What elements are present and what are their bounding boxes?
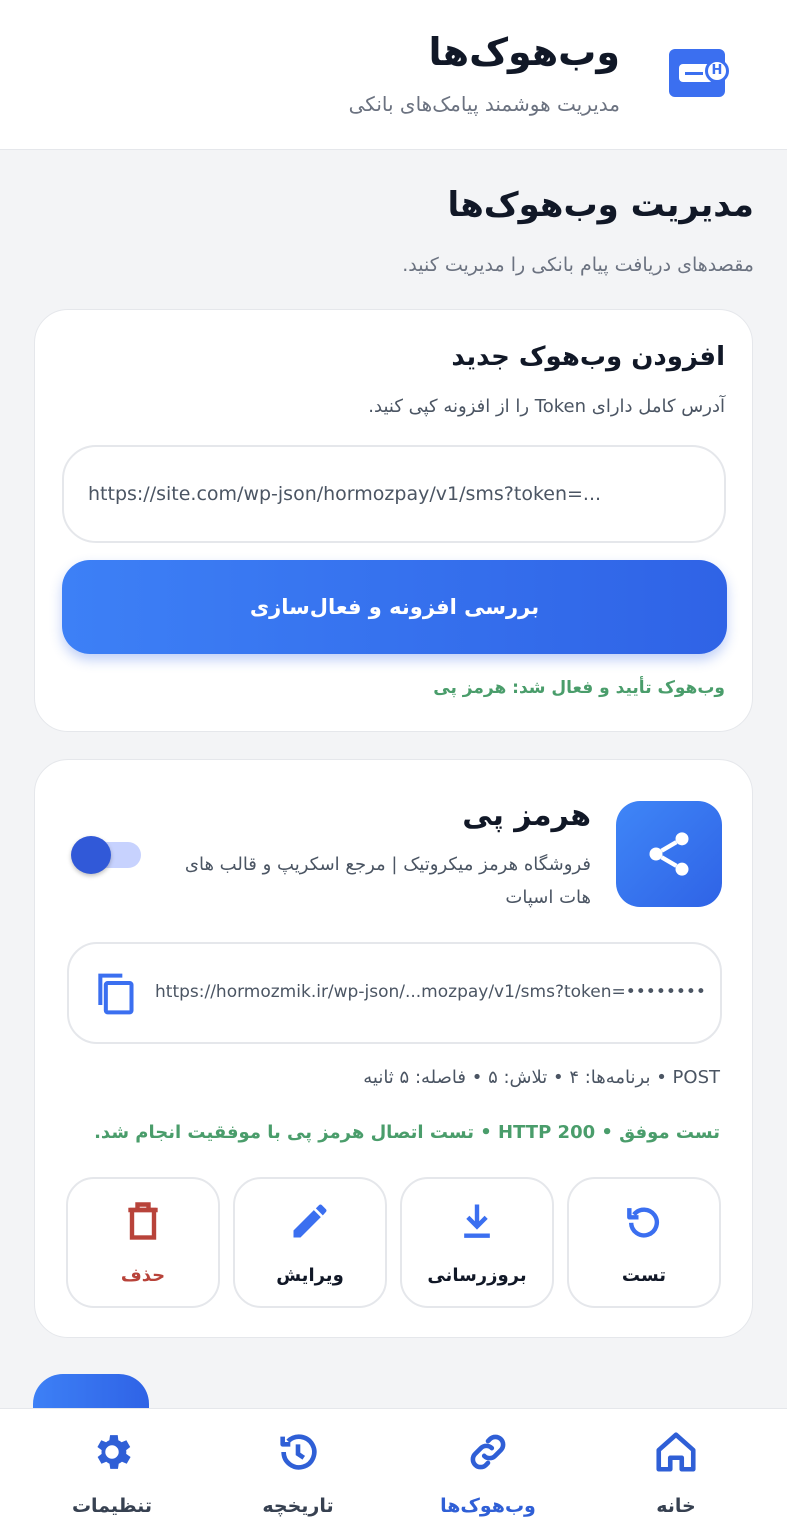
webhook-url-box: https://hormozmik.ir/wp-json/...mozpay/v…: [67, 942, 722, 1044]
webhook-name: هرمز پی: [462, 798, 591, 833]
webhook-enabled-toggle[interactable]: [71, 836, 141, 874]
webhook-card: هرمز پی فروشگاه هرمز میکروتیک | مرجع اسک…: [34, 759, 753, 1338]
nav-settings[interactable]: تنظیمات: [14, 1409, 210, 1536]
app-logo: H: [669, 49, 729, 97]
refresh-icon: [627, 1207, 660, 1238]
app-subtitle: مدیریت هوشمند پیامک‌های بانکی: [348, 92, 620, 116]
share-icon: [616, 801, 722, 907]
update-button[interactable]: بروزرسانی: [400, 1177, 554, 1308]
app-title: وب‌هوک‌ها: [428, 30, 620, 74]
webhook-meta: POST • برنامه‌ها: ۴ • تلاش: ۵ • فاصله: ۵…: [363, 1067, 720, 1088]
download-icon: [464, 1204, 490, 1238]
webhook-description: فروشگاه هرمز میکروتیک | مرجع اسکریپ و قا…: [184, 854, 591, 908]
edit-button[interactable]: ویرایش: [233, 1177, 387, 1308]
test-button[interactable]: تست: [567, 1177, 721, 1308]
webhook-url: https://hormozmik.ir/wp-json/...mozpay/v…: [155, 982, 706, 1002]
copy-icon[interactable]: [93, 970, 137, 1018]
add-webhook-card: افزودن وب‌هوک جدید آدرس کامل دارای Token…: [34, 309, 753, 732]
nav-webhooks-label: وب‌هوک‌ها: [440, 1495, 536, 1517]
edit-label: ویرایش: [276, 1265, 344, 1286]
add-webhook-title: افزودن وب‌هوک جدید: [451, 342, 725, 372]
test-label: تست: [621, 1265, 667, 1286]
webhook-test-status: تست موفق • HTTP 200 • تست اتصال هرمز پی …: [94, 1122, 720, 1143]
pencil-icon: [293, 1204, 327, 1238]
page-subtitle: مقصدهای دریافت پیام بانکی را مدیریت کنید…: [402, 254, 754, 276]
webhook-url-input[interactable]: [62, 445, 726, 543]
trash-icon: [128, 1202, 158, 1240]
toggle-knob: [71, 836, 111, 874]
delete-label: حذف: [120, 1265, 166, 1286]
delete-button[interactable]: حذف: [66, 1177, 220, 1308]
bottom-nav: خانه وب‌هوک‌ها تاریخچه تنظیمات: [0, 1408, 787, 1536]
history-icon: [280, 1434, 317, 1470]
page-title: مدیریت وب‌هوک‌ها: [447, 185, 754, 225]
link-icon: [470, 1434, 506, 1470]
verify-activate-button[interactable]: بررسی افزونه و فعال‌سازی: [62, 560, 727, 654]
add-webhook-description: آدرس کامل دارای Token را از افزونه کپی ک…: [368, 396, 725, 417]
logo-badge: H: [705, 59, 729, 83]
update-label: بروزرسانی: [427, 1265, 527, 1286]
app-header: H وب‌هوک‌ها مدیریت هوشمند پیامک‌های بانک…: [0, 0, 787, 150]
add-status-message: وب‌هوک تأیید و فعال شد: هرمز پی: [433, 678, 725, 698]
home-icon: [656, 1432, 696, 1472]
nav-settings-label: تنظیمات: [71, 1495, 153, 1517]
nav-home[interactable]: خانه: [578, 1409, 774, 1536]
nav-history-label: تاریخچه: [262, 1495, 334, 1517]
nav-webhooks[interactable]: وب‌هوک‌ها: [390, 1409, 586, 1536]
nav-history[interactable]: تاریخچه: [200, 1409, 396, 1536]
nav-home-label: خانه: [656, 1495, 696, 1517]
gear-icon: [97, 1435, 131, 1469]
